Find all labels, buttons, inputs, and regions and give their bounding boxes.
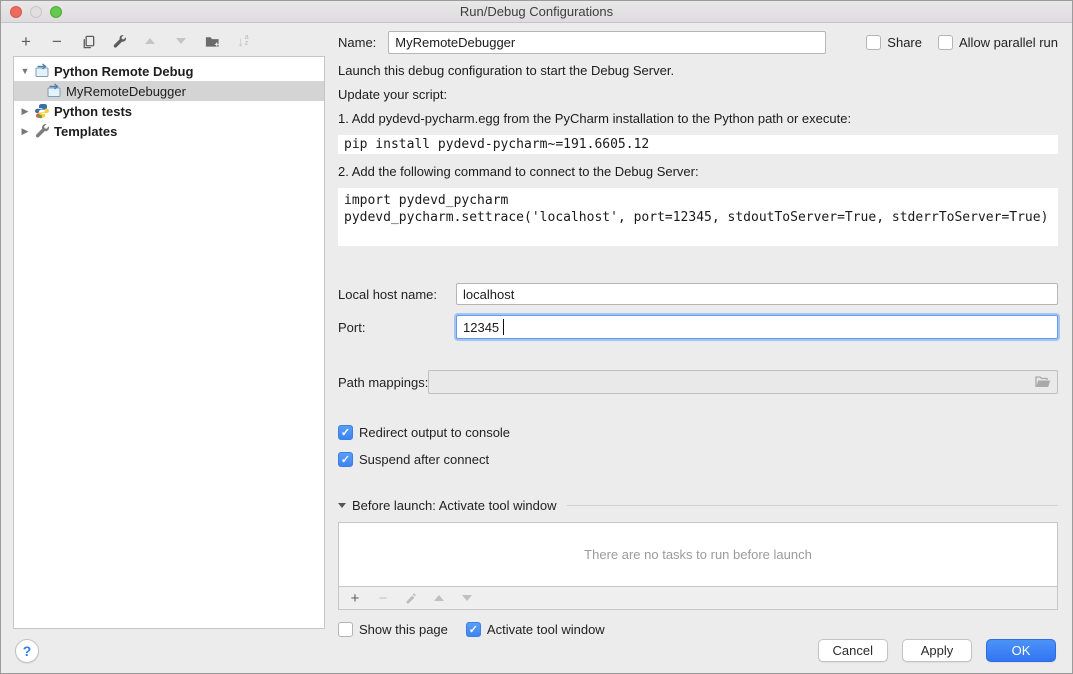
edit-pencil-icon[interactable] (403, 590, 419, 606)
move-down-icon[interactable] (459, 590, 475, 606)
redirect-output-checkbox[interactable]: ✓ (338, 425, 353, 440)
move-up-icon[interactable] (431, 590, 447, 606)
empty-tasks-message: There are no tasks to run before launch (584, 547, 812, 562)
tree-item-label: Python Remote Debug (54, 64, 193, 79)
move-up-icon[interactable] (141, 32, 159, 50)
tree-item-templates[interactable]: ▶ Templates (14, 121, 324, 141)
configurations-toolbar: + − ↓az (17, 32, 252, 50)
show-this-page-label: Show this page (359, 622, 448, 637)
port-input[interactable] (456, 315, 1058, 339)
allow-parallel-run-checkbox[interactable] (938, 35, 953, 50)
code-line-2: pydevd_pycharm.settrace('localhost', por… (344, 209, 1052, 226)
tree-item-label: Python tests (54, 104, 132, 119)
suspend-after-connect-checkbox[interactable]: ✓ (338, 452, 353, 467)
remote-debug-icon (46, 83, 62, 99)
redirect-output-label: Redirect output to console (359, 425, 510, 440)
show-this-page-checkbox[interactable] (338, 622, 353, 637)
suspend-after-connect-label: Suspend after connect (359, 452, 489, 467)
tree-item-myremotedebugger[interactable]: MyRemoteDebugger (14, 81, 324, 101)
path-mappings-label: Path mappings: (338, 375, 428, 390)
run-debug-configurations-dialog: Run/Debug Configurations + − ↓az ▼ Pytho… (0, 0, 1073, 674)
window-title: Run/Debug Configurations (1, 4, 1072, 19)
share-label: Share (887, 35, 922, 50)
instruction-line-1: Launch this debug configuration to start… (338, 63, 1058, 78)
chevron-down-icon[interactable]: ▼ (20, 66, 30, 76)
section-divider (567, 505, 1058, 506)
cancel-button[interactable]: Cancel (818, 639, 888, 662)
sort-alphabetically-icon[interactable]: ↓az (234, 32, 252, 50)
configuration-form: Name: Share Allow parallel run Launch th… (338, 31, 1058, 637)
tree-item-python-tests[interactable]: ▶ Python tests (14, 101, 324, 121)
collapse-triangle-icon[interactable] (338, 503, 346, 508)
port-label: Port: (338, 320, 456, 335)
before-launch-section-header[interactable]: Before launch: Activate tool window (338, 498, 1058, 513)
local-host-name-label: Local host name: (338, 287, 456, 302)
chevron-right-icon[interactable]: ▶ (20, 126, 30, 137)
python-tests-icon (34, 103, 50, 119)
share-checkbox[interactable] (866, 35, 881, 50)
text-caret (503, 319, 504, 335)
chevron-right-icon[interactable]: ▶ (20, 106, 30, 117)
configurations-tree: ▼ Python Remote Debug MyRemoteDebugger ▶ (13, 56, 325, 629)
new-folder-icon[interactable] (203, 32, 221, 50)
title-bar: Run/Debug Configurations (1, 1, 1072, 23)
before-launch-title: Before launch: Activate tool window (352, 498, 557, 513)
tasks-toolbar: + − (338, 587, 1058, 610)
move-down-icon[interactable] (172, 32, 190, 50)
activate-tool-window-label: Activate tool window (487, 622, 605, 637)
instruction-step-1: 1. Add pydevd-pycharm.egg from the PyCha… (338, 111, 1058, 126)
name-input[interactable] (388, 31, 826, 54)
local-host-name-input[interactable] (456, 283, 1058, 305)
settrace-code-block: import pydevd_pycharm pydevd_pycharm.set… (338, 188, 1058, 246)
activate-tool-window-checkbox[interactable]: ✓ (466, 622, 481, 637)
pip-install-command: pip install pydevd-pycharm~=191.6605.12 (338, 135, 1058, 154)
tree-item-label: MyRemoteDebugger (66, 84, 186, 99)
remove-icon[interactable]: − (375, 590, 391, 606)
remove-icon[interactable]: − (48, 32, 66, 50)
edit-defaults-wrench-icon[interactable] (110, 32, 128, 50)
wrench-icon (34, 123, 50, 139)
tree-item-python-remote-debug[interactable]: ▼ Python Remote Debug (14, 61, 324, 81)
dialog-buttons: Cancel Apply OK (818, 639, 1056, 662)
apply-button[interactable]: Apply (902, 639, 972, 662)
code-line-1: import pydevd_pycharm (344, 192, 1052, 209)
remote-debug-icon (34, 63, 50, 79)
name-label: Name: (338, 35, 376, 50)
add-icon[interactable]: + (17, 32, 35, 50)
before-launch-tasks-list[interactable]: There are no tasks to run before launch (338, 522, 1058, 587)
open-folder-icon[interactable] (1035, 375, 1051, 389)
instruction-line-2: Update your script: (338, 87, 1058, 102)
help-button[interactable]: ? (15, 639, 39, 663)
ok-button[interactable]: OK (986, 639, 1056, 662)
tree-item-label: Templates (54, 124, 117, 139)
instruction-step-2: 2. Add the following command to connect … (338, 164, 1058, 179)
path-mappings-field[interactable] (428, 370, 1058, 394)
allow-parallel-run-label: Allow parallel run (959, 35, 1058, 50)
help-question-icon: ? (23, 643, 32, 659)
add-icon[interactable]: + (347, 590, 363, 606)
copy-icon[interactable] (79, 32, 97, 50)
